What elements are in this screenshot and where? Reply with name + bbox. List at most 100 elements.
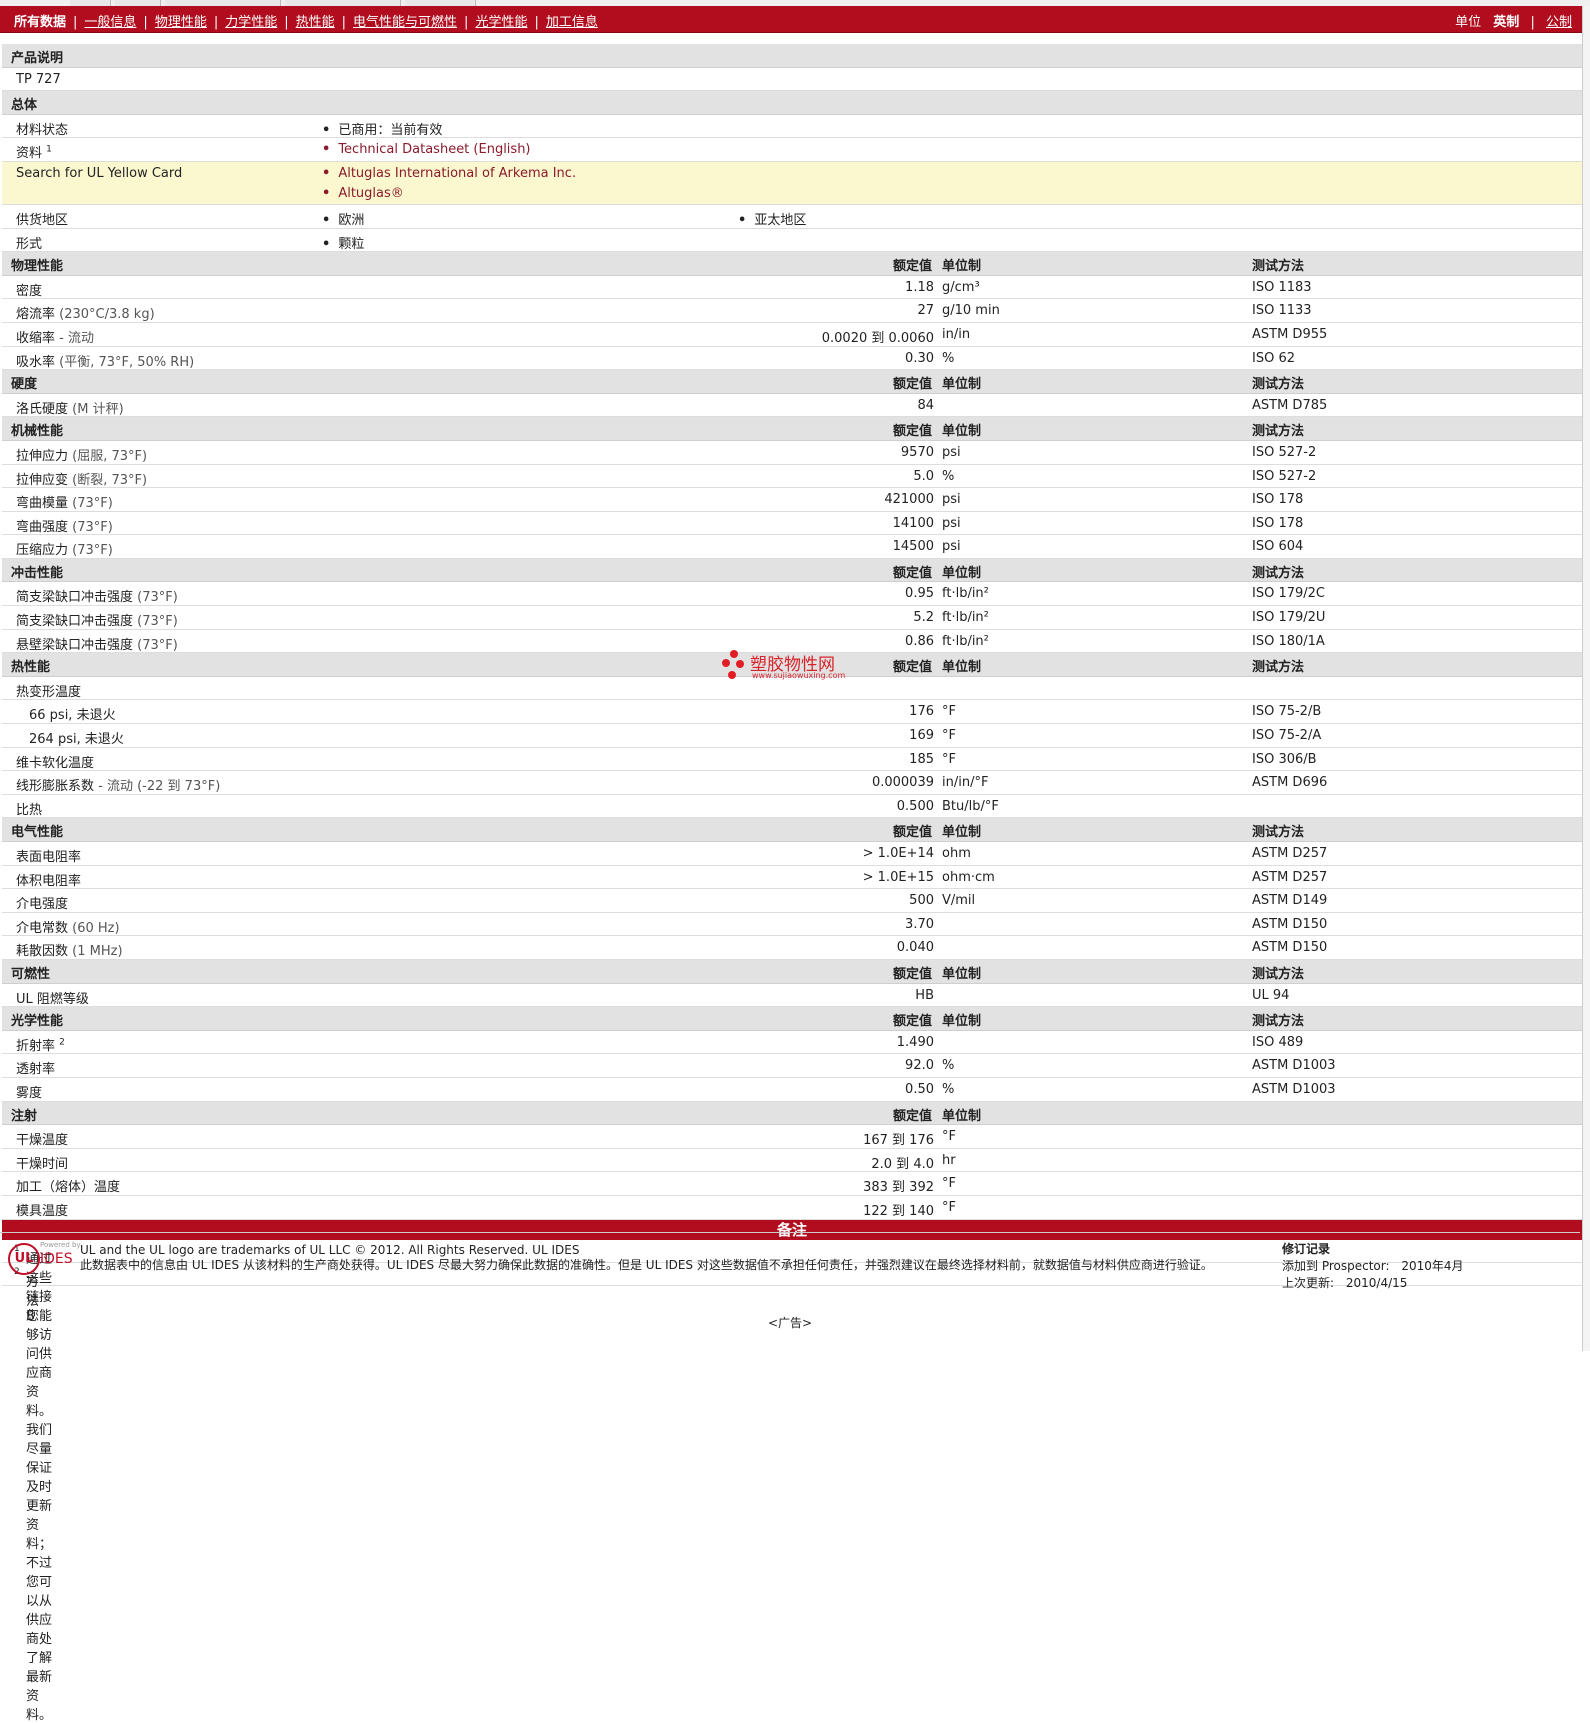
added-date: 2010年4月 — [1401, 1259, 1464, 1273]
test-method: ISO 1133 — [1252, 303, 1312, 319]
section-title: 光学性能 — [11, 1014, 64, 1030]
footer-accuracy-note: 此数据表中的信息由 UL IDES 从该材料的生产商处获得。UL IDES 尽最… — [80, 1258, 1213, 1272]
property-label: 密度 — [16, 283, 43, 299]
property-row: 加工（熔体）温度 383 到 392 °F — [2, 1172, 1582, 1196]
test-method: ISO 62 — [1252, 350, 1295, 366]
property-row: 简支梁缺口冲击强度 (73°F) 0.95 ft·lb/in² ISO 179/2C — [2, 582, 1582, 607]
unit-header: 单位制 — [942, 1014, 982, 1030]
property-value: 0.0020 到 0.0060 — [821, 330, 934, 346]
nav-tab-6[interactable]: 光学性能 — [475, 15, 527, 30]
property-row: 介电强度 500 V/mil ASTM D149 — [2, 889, 1582, 913]
section-title: 电气性能 — [11, 825, 64, 841]
property-label: 弯曲强度 (73°F) — [16, 519, 113, 535]
unit-metric-link[interactable]: 公制 — [1546, 15, 1572, 30]
unit-header: 单位制 — [942, 565, 982, 581]
property-value: 1.18 — [905, 279, 934, 295]
brand-link[interactable]: Altuglas® — [322, 186, 403, 201]
property-unit: psi — [942, 539, 961, 555]
units-label: 单位 — [1455, 15, 1482, 30]
property-row: 密度 1.18 g/cm³ ISO 1183 — [2, 276, 1582, 300]
property-row: 雾度 0.50% ASTM D1003 — [2, 1078, 1582, 1102]
nav-tab-5[interactable]: 电气性能与可燃性 — [353, 15, 457, 30]
property-value: 2.0 到 4.0 — [871, 1156, 934, 1172]
property-label: 拉伸应力 (屈服, 73°F) — [16, 448, 148, 464]
method-header: 测试方法 — [1252, 424, 1305, 440]
property-value: 3.70 — [905, 916, 934, 932]
property-value: 421000 — [884, 492, 934, 508]
nav-tab-1[interactable]: 一般信息 — [84, 15, 136, 30]
property-unit: g/10 min — [942, 303, 1000, 319]
property-label: 耗散因数 (1 MHz) — [16, 944, 123, 960]
property-row: 弯曲模量 (73°F) 421000 psi ISO 178 — [2, 488, 1582, 512]
property-unit: V/mil — [942, 893, 976, 909]
property-unit: ft·lb/in² — [942, 586, 989, 602]
property-value: 84 — [917, 397, 934, 413]
section-header: 可燃性 额定值 单位制 测试方法 — [2, 959, 1582, 984]
nav-tab-0[interactable]: 所有数据 — [14, 15, 66, 30]
ad-label: <广告> — [767, 1316, 813, 1330]
section-title: 硬度 — [11, 377, 38, 393]
test-method: ASTM D696 — [1252, 775, 1328, 791]
test-method: ISO 179/2U — [1252, 610, 1326, 626]
property-row: 吸水率 (平衡, 73°F, 50% RH) 0.30% ISO 62 — [2, 347, 1582, 371]
test-method: ISO 527-2 — [1252, 444, 1317, 460]
property-label: 表面电阻率 — [16, 850, 82, 865]
property-value: 0.500 — [896, 798, 934, 814]
method-header: 测试方法 — [1252, 825, 1305, 841]
added-label: 添加到 Prospector: — [1282, 1259, 1390, 1273]
docs-label: 资料 1 — [16, 145, 52, 162]
product-name: TP 727 — [16, 71, 61, 87]
property-unit: °F — [942, 1129, 956, 1145]
unit-english[interactable]: 英制 — [1493, 15, 1519, 30]
nav-tab-2[interactable]: 物理性能 — [155, 15, 207, 30]
nav-tab-7[interactable]: 加工信息 — [546, 15, 598, 30]
value-header: 额定值 — [892, 1014, 932, 1030]
form-label: 形式 — [16, 236, 43, 252]
property-unit: °F — [942, 728, 956, 744]
property-value: 0.000039 — [871, 775, 934, 791]
property-unit: psi — [942, 444, 961, 460]
section-header: 电气性能 额定值 单位制 测试方法 — [2, 818, 1582, 842]
test-method: UL 94 — [1252, 987, 1290, 1003]
nav-tab-3[interactable]: 力学性能 — [225, 15, 277, 30]
property-unit: g/cm³ — [942, 279, 980, 295]
method-header: 测试方法 — [1252, 377, 1305, 393]
ul-yellow-card-link[interactable]: Search for UL Yellow Card — [16, 166, 182, 181]
property-value: 14100 — [892, 515, 934, 531]
supplier-link[interactable]: Altuglas International of Arkema Inc. — [322, 166, 576, 181]
section-title: 热性能 — [11, 660, 51, 676]
property-label: 干燥温度 — [16, 1133, 69, 1149]
property-label: 简支梁缺口冲击强度 (73°F) — [16, 590, 178, 606]
nav-tab-4[interactable]: 热性能 — [296, 15, 335, 30]
property-unit: psi — [942, 515, 961, 531]
general-title: 总体 — [11, 98, 38, 114]
property-value: 9570 — [900, 444, 934, 460]
property-row: 收缩率 - 流动 0.0020 到 0.0060 in/in ASTM D955 — [2, 323, 1582, 347]
datasheet-link[interactable]: Technical Datasheet (English) — [322, 142, 530, 157]
property-row: 表面电阻率 > 1.0E+14 ohm ASTM D257 — [2, 842, 1582, 866]
ul-card-row: Search for UL Yellow Card Altuglas Inter… — [2, 161, 1582, 205]
property-unit: in/in — [942, 326, 971, 342]
property-value: 0.50 — [905, 1081, 934, 1097]
product-header: 产品说明 — [2, 44, 1582, 68]
property-label: 悬壁梁缺口冲击强度 (73°F) — [16, 637, 178, 653]
property-row: 耗散因数 (1 MHz) 0.040 ASTM D150 — [2, 936, 1582, 960]
property-row: 比热 0.500 Btu/lb/°F — [2, 795, 1582, 819]
property-label: 收缩率 - 流动 — [16, 330, 94, 346]
test-method: ASTM D257 — [1252, 869, 1328, 885]
property-row: 维卡软化温度 185 °F ISO 306/B — [2, 748, 1582, 772]
unit-switcher: 单位 英制 | 公制 — [1455, 15, 1572, 30]
property-unit: % — [942, 468, 955, 484]
property-label: 介电常数 (60 Hz) — [16, 920, 120, 936]
product-title: 产品说明 — [11, 51, 64, 66]
vertical-scrollbar[interactable] — [1582, 6, 1590, 1351]
property-value: 176 — [909, 704, 934, 720]
unit-header: 单位制 — [942, 259, 982, 275]
method-header: 测试方法 — [1252, 660, 1305, 676]
value-header: 额定值 — [892, 660, 932, 676]
property-label: 线形膨胀系数 - 流动 (-22 到 73°F) — [16, 779, 221, 795]
property-value: 5.0 — [913, 468, 934, 484]
footer-trademark: UL and the UL logo are trademarks of UL … — [80, 1243, 580, 1257]
property-unit: °F — [942, 1176, 956, 1192]
property-value: 383 到 392 — [863, 1180, 934, 1196]
